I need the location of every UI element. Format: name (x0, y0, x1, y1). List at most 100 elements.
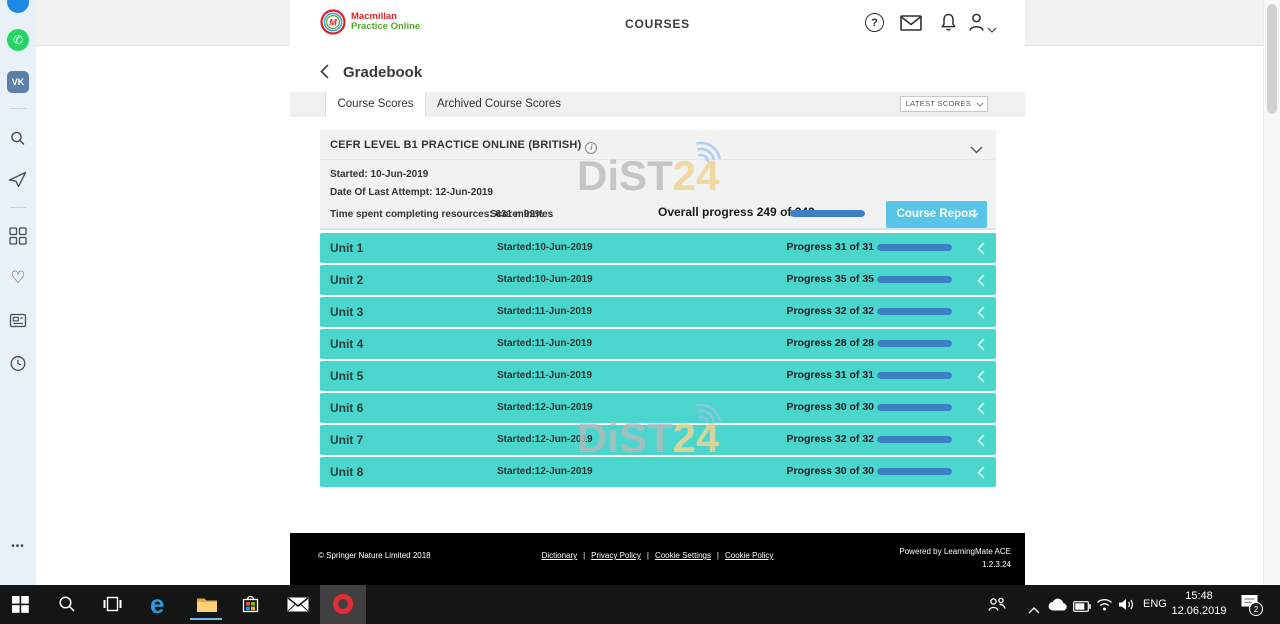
overall-progress-fill (790, 210, 865, 217)
tray-chevron-up-icon[interactable] (1028, 601, 1040, 619)
footer-powered-by: Powered by LearningMate ACE (899, 547, 1011, 556)
unit-row[interactable]: Unit 5 Started:11-Jun-2019 Progress 31 o… (320, 361, 996, 391)
account-chevron-down-icon[interactable] (987, 20, 997, 38)
page-footer: © Springer Nature Limited 2018 Dictionar… (290, 533, 1025, 585)
sidebar-more-icon[interactable]: ••• (11, 541, 25, 552)
screen: ✆ VK ♡ ••• M (0, 0, 1280, 624)
browser-scrollbar[interactable] (1263, 0, 1280, 585)
speed-dial-grid-icon[interactable] (9, 227, 27, 250)
wifi-icon[interactable] (1096, 598, 1113, 616)
mail-icon[interactable] (900, 15, 922, 36)
unit-row[interactable]: Unit 4 Started:11-Jun-2019 Progress 28 o… (320, 329, 996, 359)
sort-dropdown[interactable]: LATEST SCORES (900, 96, 988, 112)
unit-started: Started:10-Jun-2019 (497, 274, 593, 285)
unit-list: Unit 1 Started:10-Jun-2019 Progress 31 o… (320, 233, 996, 489)
footer-link[interactable]: Dictionary (542, 551, 592, 560)
unit-name: Unit 1 (330, 241, 363, 255)
unit-progress-bar (877, 340, 952, 347)
telegram-plane-icon[interactable] (9, 171, 28, 193)
unit-started: Started:11-Jun-2019 (497, 306, 592, 317)
course-report-button[interactable]: Course Report (886, 201, 987, 228)
unit-row[interactable]: Unit 7 Started:12-Jun-2019 Progress 32 o… (320, 425, 996, 455)
unit-chevron-icon[interactable] (977, 466, 985, 484)
tab-course-scores[interactable]: Course Scores (325, 92, 426, 117)
unit-progress-label: Progress 32 of 32 (786, 305, 874, 317)
start-button-icon[interactable] (12, 596, 29, 618)
unit-progress-fill (877, 308, 952, 315)
news-icon[interactable] (10, 313, 27, 333)
unit-chevron-icon[interactable] (977, 370, 985, 388)
whatsapp-icon[interactable]: ✆ (7, 29, 29, 51)
unit-row[interactable]: Unit 3 Started:11-Jun-2019 Progress 32 o… (320, 297, 996, 327)
course-panel: CEFR LEVEL B1 PRACTICE ONLINE (BRITISH)i… (320, 130, 996, 230)
footer-link[interactable]: Cookie Policy (725, 551, 773, 560)
page-title: Gradebook (343, 64, 422, 81)
unit-progress-fill (877, 436, 952, 443)
info-icon[interactable]: i (585, 142, 597, 154)
unit-row[interactable]: Unit 2 Started:10-Jun-2019 Progress 35 o… (320, 265, 996, 295)
unit-chevron-icon[interactable] (977, 274, 985, 292)
unit-chevron-icon[interactable] (977, 242, 985, 260)
help-icon[interactable]: ? (865, 13, 884, 32)
notifications-bell-icon[interactable] (940, 13, 957, 38)
unit-progress-label: Progress 28 of 28 (786, 337, 874, 349)
store-icon[interactable] (241, 594, 260, 619)
windows-taskbar: e ENG 15: (0, 585, 1280, 624)
unit-progress-fill (877, 276, 952, 283)
course-score: Score: 92% (490, 209, 544, 220)
unit-name: Unit 6 (330, 401, 363, 415)
unit-progress-label: Progress 31 of 31 (786, 241, 874, 253)
unit-chevron-icon[interactable] (977, 402, 985, 420)
unit-progress-bar (877, 404, 952, 411)
onedrive-cloud-icon[interactable] (1048, 598, 1068, 616)
unit-chevron-icon[interactable] (977, 434, 985, 452)
unit-progress-fill (877, 404, 952, 411)
edge-icon[interactable]: e (150, 591, 164, 617)
unit-progress-fill (877, 340, 952, 347)
opera-icon (333, 594, 353, 614)
unit-progress-bar (877, 308, 952, 315)
people-icon[interactable] (988, 597, 1006, 617)
course-chevron-down-icon[interactable] (970, 141, 983, 159)
task-view-icon[interactable] (103, 596, 122, 617)
footer-version: 1.2.3.24 (982, 560, 1011, 569)
scrollbar-thumb[interactable] (1267, 4, 1277, 114)
unit-progress-bar (877, 276, 952, 283)
back-chevron-icon[interactable] (320, 64, 329, 84)
unit-name: Unit 5 (330, 369, 363, 383)
bookmarks-heart-icon[interactable]: ♡ (10, 268, 25, 288)
unit-started: Started:11-Jun-2019 (497, 338, 592, 349)
report-chevron-down-icon (969, 212, 979, 218)
footer-link[interactable]: Privacy Policy (591, 551, 655, 560)
unit-progress-bar (877, 468, 952, 475)
unit-progress-fill (877, 244, 952, 251)
tab-archived-course-scores[interactable]: Archived Course Scores (427, 92, 571, 117)
unit-chevron-icon[interactable] (977, 306, 985, 324)
history-clock-icon[interactable] (10, 355, 27, 377)
unit-row[interactable]: Unit 6 Started:12-Jun-2019 Progress 30 o… (320, 393, 996, 423)
opera-taskbar-cell[interactable] (320, 585, 366, 624)
unit-row[interactable]: Unit 1 Started:10-Jun-2019 Progress 31 o… (320, 233, 996, 263)
search-icon[interactable] (10, 130, 27, 152)
overall-progress-bar (790, 210, 865, 217)
taskbar-search-icon[interactable] (58, 595, 76, 618)
unit-row[interactable]: Unit 8 Started:12-Jun-2019 Progress 30 o… (320, 457, 996, 487)
unit-name: Unit 7 (330, 433, 363, 447)
unit-started: Started:10-Jun-2019 (497, 242, 593, 253)
footer-link[interactable]: Cookie Settings (655, 551, 725, 560)
account-icon[interactable] (968, 13, 985, 37)
volume-icon[interactable] (1118, 597, 1135, 617)
mail-app-icon[interactable] (287, 597, 309, 617)
course-accordion-header[interactable]: CEFR LEVEL B1 PRACTICE ONLINE (BRITISH)i (320, 130, 996, 160)
unit-progress-label: Progress 30 of 30 (786, 465, 874, 477)
file-explorer-icon[interactable] (196, 596, 218, 618)
unit-chevron-icon[interactable] (977, 338, 985, 356)
course-started: Started: 10-Jun-2019 (330, 169, 428, 180)
sidebar-divider (10, 207, 26, 208)
unit-progress-label: Progress 30 of 30 (786, 401, 874, 413)
battery-icon[interactable] (1073, 599, 1091, 617)
messenger-icon[interactable] (7, 0, 29, 13)
clock[interactable]: 15:48 12.06.2019 (1164, 589, 1234, 619)
open-app-indicator (190, 618, 222, 620)
vk-icon[interactable]: VK (7, 71, 29, 93)
